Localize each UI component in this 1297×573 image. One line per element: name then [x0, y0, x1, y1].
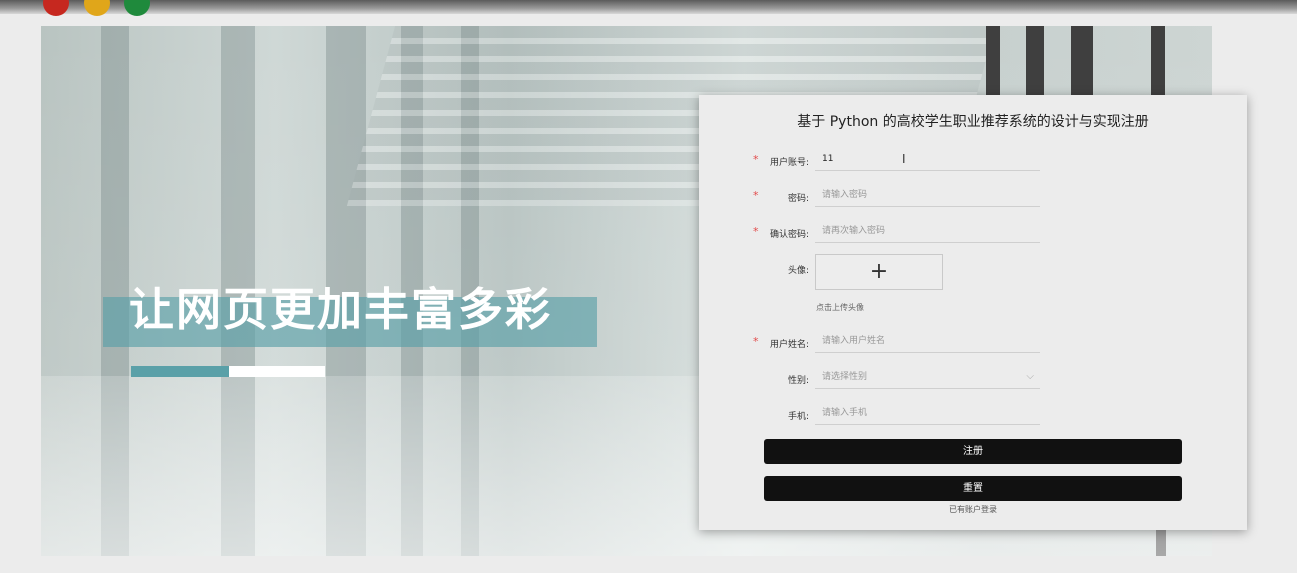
confirm-password-input[interactable]: 请再次输入密码	[815, 219, 1040, 243]
name-placeholder: 请输入用户姓名	[822, 336, 886, 346]
window-titlebar	[0, 0, 1297, 14]
password-placeholder: 请输入密码	[822, 190, 868, 200]
password-label: 密码:	[787, 194, 809, 204]
name-label: 用户姓名:	[769, 340, 809, 350]
hero-white-bar	[229, 366, 325, 377]
login-link[interactable]: 已有账户登录	[699, 504, 1247, 515]
reset-button[interactable]: 重置	[764, 476, 1182, 501]
hero-accent-bar	[131, 366, 229, 377]
account-value: 11	[822, 154, 834, 164]
hero-title: 让网页更加丰富多彩	[129, 283, 553, 336]
password-input[interactable]: 请输入密码	[815, 183, 1040, 207]
avatar-label: 头像:	[787, 266, 809, 276]
name-input[interactable]: 请输入用户姓名	[815, 329, 1040, 353]
phone-input[interactable]: 请输入手机	[815, 401, 1040, 425]
confirm-password-label: 确认密码:	[769, 230, 809, 240]
account-label: 用户账号:	[769, 158, 809, 168]
register-title: 基于 Python 的高校学生职业推荐系统的设计与实现注册	[797, 114, 1149, 130]
account-input[interactable]: 11 I	[815, 147, 1040, 171]
phone-label: 手机:	[787, 412, 809, 422]
gender-label: 性别:	[787, 376, 809, 386]
confirm-password-placeholder: 请再次输入密码	[822, 226, 886, 236]
phone-placeholder: 请输入手机	[822, 408, 868, 418]
gender-placeholder: 请选择性别	[822, 372, 868, 382]
register-button[interactable]: 注册	[764, 439, 1182, 464]
plus-icon: +	[869, 259, 889, 284]
register-panel: 基于 Python 的高校学生职业推荐系统的设计与实现注册 * 用户账号: 11…	[699, 95, 1247, 530]
avatar-upload-tip: 点击上传头像	[816, 303, 864, 312]
avatar-upload-button[interactable]: +	[815, 254, 943, 290]
text-cursor-icon: I	[902, 152, 906, 166]
chevron-down-icon: ⌵	[1026, 371, 1034, 382]
gender-select[interactable]: 请选择性别 ⌵	[815, 365, 1040, 389]
